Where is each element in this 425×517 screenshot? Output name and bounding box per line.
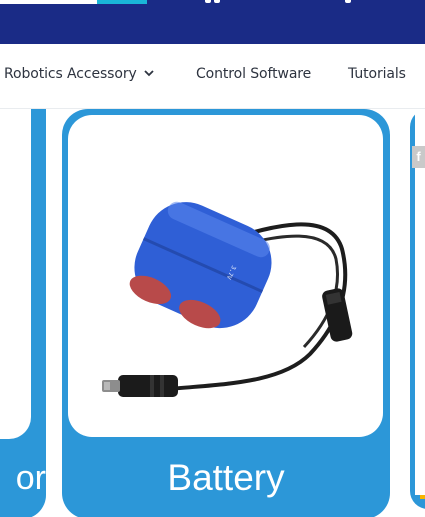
product-card-left[interactable]: or [0,109,46,517]
scroll-accent-marker [420,495,425,499]
battery-image: 3.7V [102,201,353,397]
product-card-image-area [0,109,31,439]
nav-item-label: Tutorials [348,66,406,82]
nav-item-robotics-accessory[interactable]: Robotics Accessory [4,66,155,82]
nav-item-label: Robotics Accessory [4,66,137,82]
product-card-battery[interactable]: 3.7V Battery [62,109,390,517]
header-dot [205,0,211,3]
facebook-share-icon[interactable]: f [412,146,425,168]
chevron-down-icon[interactable] [143,67,155,79]
top-header [0,0,425,44]
header-dot [345,0,351,3]
nav-item-tutorials[interactable]: Tutorials [348,66,406,82]
product-card-label: Battery [167,457,285,498]
header-dot [214,0,220,3]
product-card-image-area: 3.7V [68,115,383,437]
header-accent-segment [97,0,147,4]
header-white-segment [0,0,97,4]
product-card-right[interactable] [410,109,425,509]
main-nav: Robotics Accessory Control Software Tuto… [0,44,425,109]
product-card-label: or [15,459,46,497]
nav-item-label: Control Software [196,66,312,82]
nav-item-control-software[interactable]: Control Software [196,66,311,82]
product-category-carousel: or 3.7V Battery [0,109,425,517]
